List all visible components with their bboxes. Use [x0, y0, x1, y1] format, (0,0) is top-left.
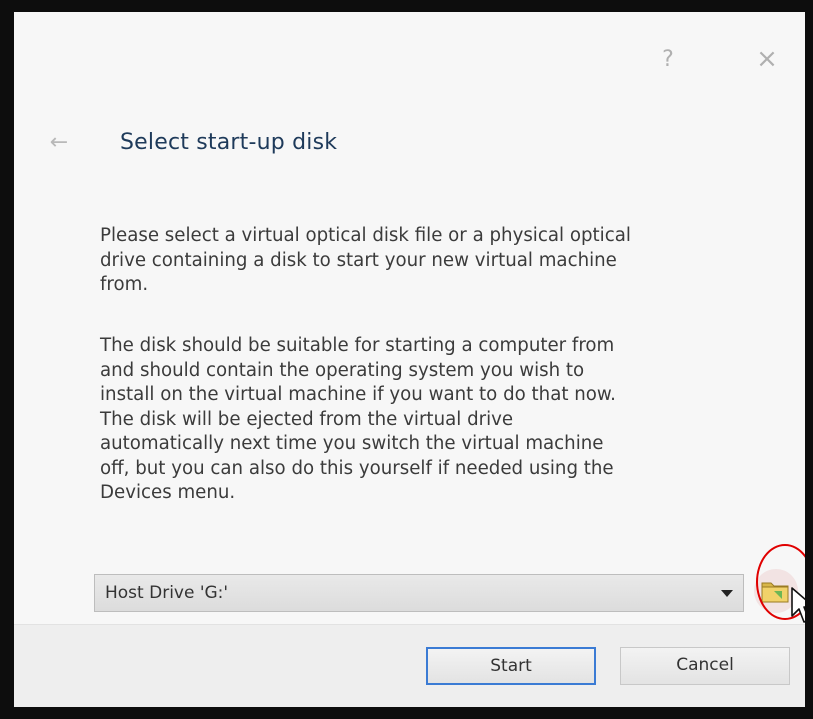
cancel-button[interactable]: Cancel — [620, 647, 790, 685]
disk-select-dropdown[interactable]: Host Drive 'G:' — [94, 574, 744, 612]
dialog-footer: Start Cancel — [14, 624, 805, 707]
back-arrow-icon[interactable]: ← — [44, 128, 74, 158]
folder-open-icon — [761, 582, 789, 603]
page-title: Select start-up disk — [120, 130, 338, 155]
description-paragraph-2: The disk should be suitable for starting… — [100, 335, 616, 503]
description-paragraph-1: Please select a virtual optical disk fil… — [100, 225, 631, 295]
close-button[interactable]: × — [752, 44, 782, 74]
help-button[interactable]: ? — [656, 46, 680, 74]
start-button[interactable]: Start — [426, 647, 596, 685]
select-startup-disk-dialog: ? × ← Select start-up disk Please select… — [14, 12, 805, 707]
chevron-down-icon[interactable] — [721, 590, 733, 597]
disk-select-value: Host Drive 'G:' — [105, 583, 229, 603]
